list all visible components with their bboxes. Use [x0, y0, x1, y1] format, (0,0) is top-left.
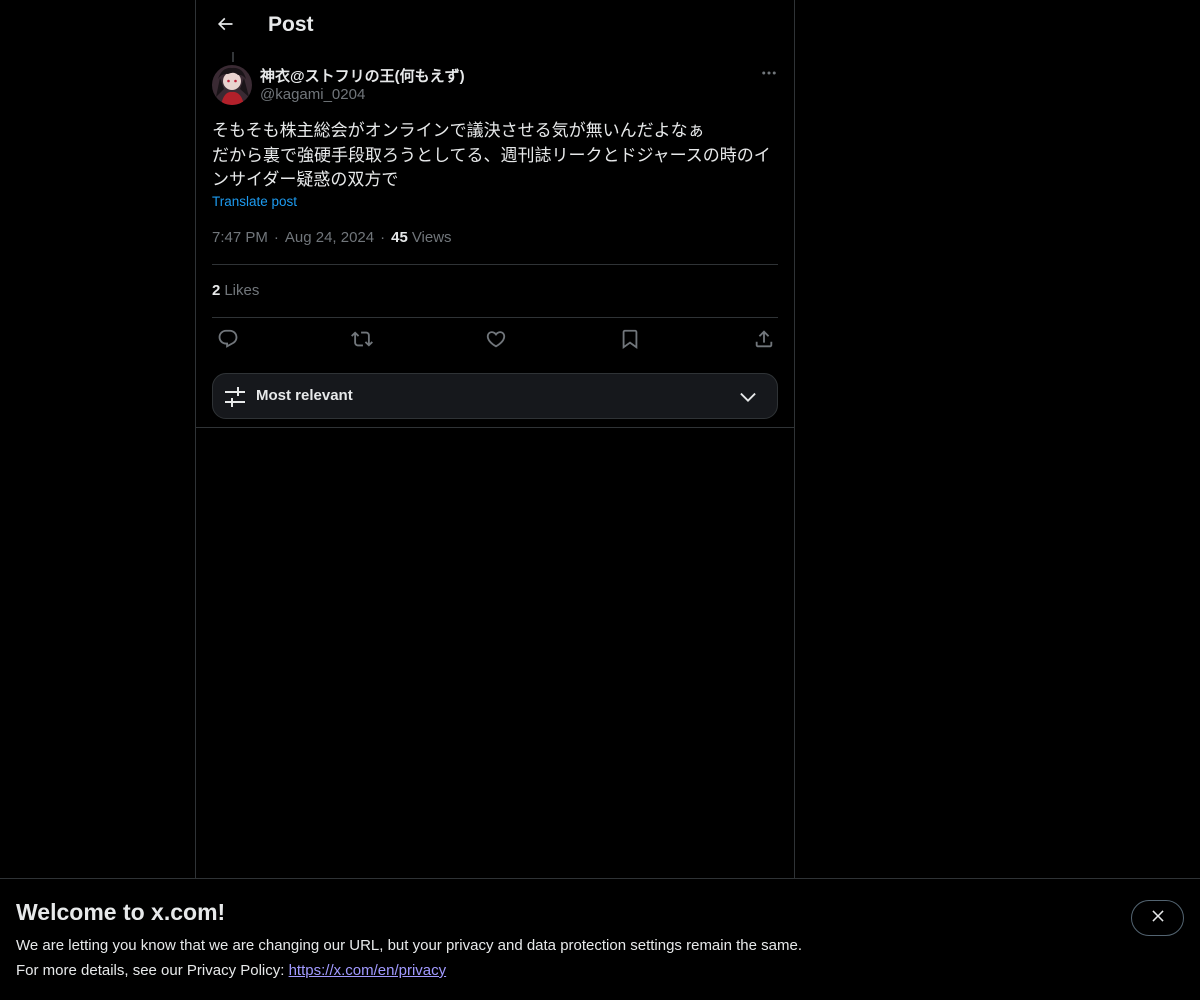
- banner-policy-prefix: For more details, see our Privacy Policy…: [16, 962, 289, 979]
- post-text: そもそも株主総会がオンラインで議決させる気が無いんだよなぁ だから裏で強硬手段取…: [212, 119, 778, 193]
- divider: [196, 427, 794, 428]
- like-button[interactable]: [483, 328, 509, 354]
- views-count: 45: [391, 229, 408, 246]
- top-bar: Post: [196, 0, 794, 53]
- banner-title: Welcome to x.com!: [16, 899, 226, 925]
- post-text-line: そもそも株主総会がオンラインで議決させる気が無いんだよなぁ: [212, 121, 705, 140]
- heart-icon: [485, 328, 507, 355]
- replies-sort-dropdown[interactable]: Most relevant: [212, 373, 778, 419]
- banner-message: We are letting you know that we are chan…: [16, 937, 802, 954]
- repost-icon: [351, 328, 373, 355]
- page-title: Post: [268, 13, 314, 36]
- more-horizontal-icon: [760, 64, 778, 87]
- chevron-down-icon: [737, 386, 759, 408]
- author-display-name[interactable]: 神衣@ストフリの王(何もえず): [260, 65, 465, 86]
- avatar[interactable]: [212, 65, 252, 105]
- bookmark-icon: [619, 328, 641, 355]
- share-button[interactable]: [751, 328, 777, 354]
- banner-policy-line: For more details, see our Privacy Policy…: [16, 962, 446, 979]
- translate-post-link[interactable]: Translate post: [212, 194, 297, 209]
- sliders-icon: [223, 385, 247, 409]
- reply-button[interactable]: [215, 328, 241, 354]
- post-text-line: ンサイダー疑惑の双方で: [212, 170, 399, 189]
- more-options-button[interactable]: [754, 63, 784, 87]
- reply-icon: [217, 328, 239, 355]
- post-time[interactable]: 7:47 PM: [212, 229, 268, 246]
- post-column: Post 神衣@ストフリの王(何もえず) @kagami_0204 そもそも株主…: [195, 0, 795, 878]
- arrow-left-icon: [215, 14, 235, 39]
- privacy-policy-link[interactable]: https://x.com/en/privacy: [289, 962, 447, 979]
- bookmark-button[interactable]: [617, 328, 643, 354]
- divider: [212, 317, 778, 318]
- post-date[interactable]: Aug 24, 2024: [285, 229, 374, 246]
- views-label: Views: [411, 229, 452, 246]
- post-metadata: 7:47 PM · Aug 24, 2024 · 45 Views: [212, 229, 452, 246]
- separator: ·: [273, 229, 279, 246]
- back-button[interactable]: [208, 9, 242, 43]
- likes-label: Likes: [224, 282, 260, 299]
- separator: ·: [380, 229, 386, 246]
- share-icon: [753, 328, 775, 355]
- close-icon: [1149, 907, 1167, 930]
- repost-button[interactable]: [349, 328, 375, 354]
- likes-link[interactable]: 2 Likes: [212, 282, 259, 299]
- sort-label: Most relevant: [256, 387, 353, 404]
- thread-connector-line: [232, 52, 234, 62]
- author-handle[interactable]: @kagami_0204: [260, 86, 365, 103]
- divider: [212, 264, 778, 265]
- likes-count: 2: [212, 282, 221, 299]
- url-change-banner: Welcome to x.com! We are letting you kno…: [0, 878, 1200, 1000]
- post-text-line: だから裏で強硬手段取ろうとしてる、週刊誌リークとドジャースの時のイ: [212, 145, 771, 165]
- close-banner-button[interactable]: [1131, 900, 1184, 936]
